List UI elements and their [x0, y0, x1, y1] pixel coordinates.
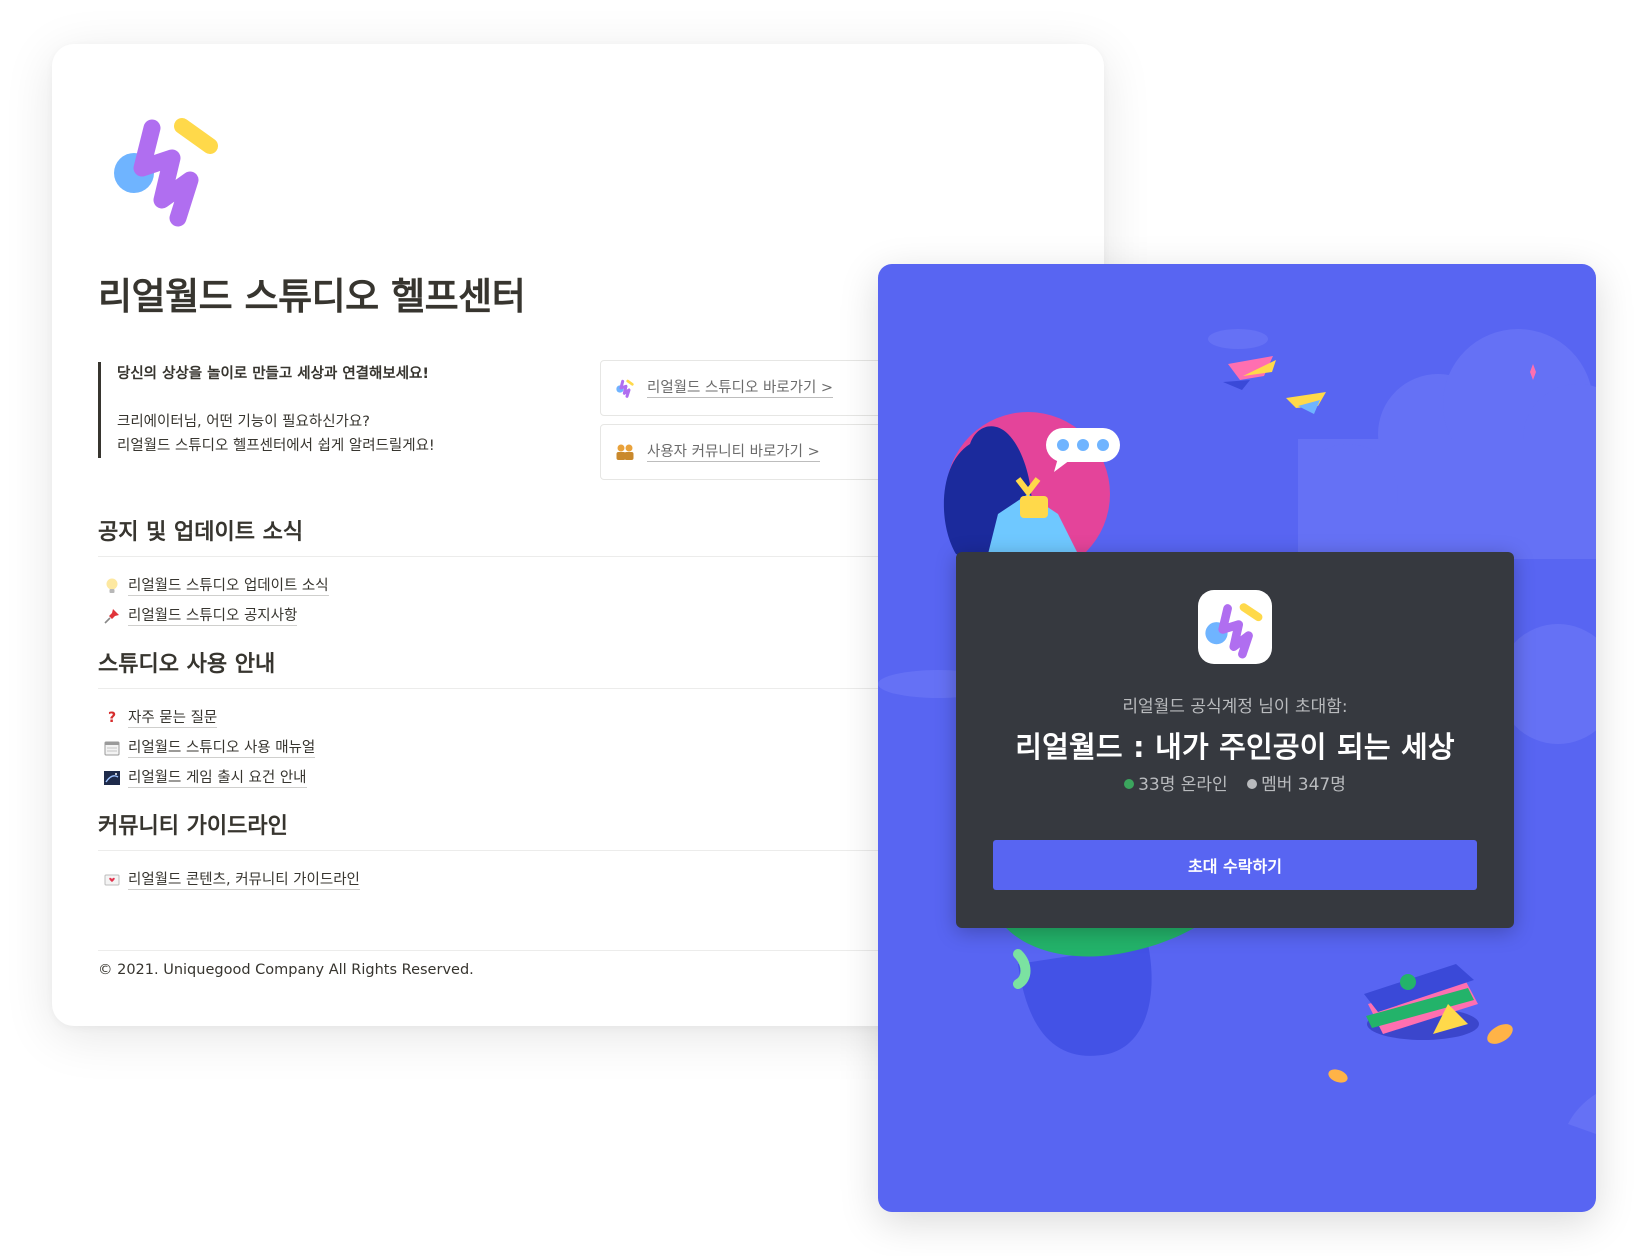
server-stats: 33명 온라인 멤버 347명: [956, 770, 1514, 795]
studio-shortcut-link[interactable]: 리얼월드 스튜디오 바로가기 >: [600, 360, 900, 416]
member-count-label: 멤버 347명: [1261, 775, 1346, 795]
realworld-app-icon: [1205, 603, 1263, 659]
love-letter-icon: [102, 870, 122, 890]
list-item[interactable]: 리얼월드 스튜디오 사용 매뉴얼: [102, 736, 316, 760]
invited-by-text: 리얼월드 공식계정 님이 초대함:: [1122, 697, 1348, 717]
app-logo-icon: [616, 379, 634, 398]
section-heading-usage-guide: 스튜디오 사용 안내: [98, 646, 898, 689]
online-count-label: 33명 온라인: [1138, 775, 1228, 795]
copyright-text: © 2021. Uniquegood Company All Rights Re…: [98, 962, 474, 978]
night-sky-icon: [102, 768, 122, 788]
intro-promise: 리얼월드 스튜디오 헬프센터에서 쉽게 알려드릴게요!: [117, 438, 435, 454]
member-status-dot: [1247, 779, 1258, 789]
realworld-logo: [114, 118, 218, 227]
calendar-icon: [102, 738, 122, 758]
community-shortcut-link[interactable]: 사용자 커뮤니티 바로가기 >: [600, 424, 900, 480]
community-shortcut-label: 사용자 커뮤니티 바로가기 >: [647, 443, 820, 462]
list-item[interactable]: 리얼월드 게임 출시 요건 안내: [102, 766, 307, 790]
list-item[interactable]: 리얼월드 콘텐츠, 커뮤니티 가이드라인: [102, 868, 360, 892]
usage-manual-link[interactable]: 리얼월드 스튜디오 사용 매뉴얼: [128, 739, 316, 758]
page-title: 리얼월드 스튜디오 헬프센터: [98, 275, 526, 318]
community-guideline-link[interactable]: 리얼월드 콘텐츠, 커뮤니티 가이드라인: [128, 871, 360, 890]
list-item[interactable]: ? 자주 묻는 질문: [102, 706, 218, 730]
pushpin-icon: [102, 606, 122, 626]
list-item[interactable]: 리얼월드 스튜디오 업데이트 소식: [102, 574, 329, 598]
online-status-dot: [1124, 779, 1135, 789]
accept-invite-button[interactable]: 초대 수락하기: [993, 840, 1477, 890]
footer-divider: [98, 950, 898, 951]
release-requirements-link[interactable]: 리얼월드 게임 출시 요건 안내: [128, 769, 307, 788]
question-mark-icon: ?: [107, 710, 117, 726]
server-invite-card: 리얼월드 공식계정 님이 초대함: 리얼월드 : 내가 주인공이 되는 세상 3…: [878, 264, 1596, 1212]
lightbulb-icon: [102, 576, 122, 596]
intro-tagline: 당신의 상상을 놀이로 만들고 세상과 연결해보세요!: [117, 366, 429, 382]
faq-link[interactable]: 자주 묻는 질문: [128, 709, 218, 728]
section-heading-notices: 공지 및 업데이트 소식: [98, 514, 898, 557]
invite-panel: 리얼월드 공식계정 님이 초대함: 리얼월드 : 내가 주인공이 되는 세상 3…: [956, 552, 1514, 928]
people-icon: [616, 444, 634, 460]
update-news-link[interactable]: 리얼월드 스튜디오 업데이트 소식: [128, 577, 329, 596]
server-name: 리얼월드 : 내가 주인공이 되는 세상: [1015, 730, 1455, 764]
server-icon: [1198, 590, 1272, 664]
member-count: 멤버 347명: [1247, 775, 1346, 795]
intro-quote: 당신의 상상을 놀이로 만들고 세상과 연결해보세요! 크리에이터님, 어떤 기…: [98, 362, 578, 458]
notices-link[interactable]: 리얼월드 스튜디오 공지사항: [128, 607, 298, 626]
studio-shortcut-label: 리얼월드 스튜디오 바로가기 >: [647, 379, 834, 398]
section-heading-community-guide: 커뮤니티 가이드라인: [98, 808, 898, 851]
intro-question: 크리에이터님, 어떤 기능이 필요하신가요?: [117, 414, 370, 430]
online-count: 33명 온라인: [1124, 775, 1228, 795]
list-item[interactable]: 리얼월드 스튜디오 공지사항: [102, 604, 298, 628]
